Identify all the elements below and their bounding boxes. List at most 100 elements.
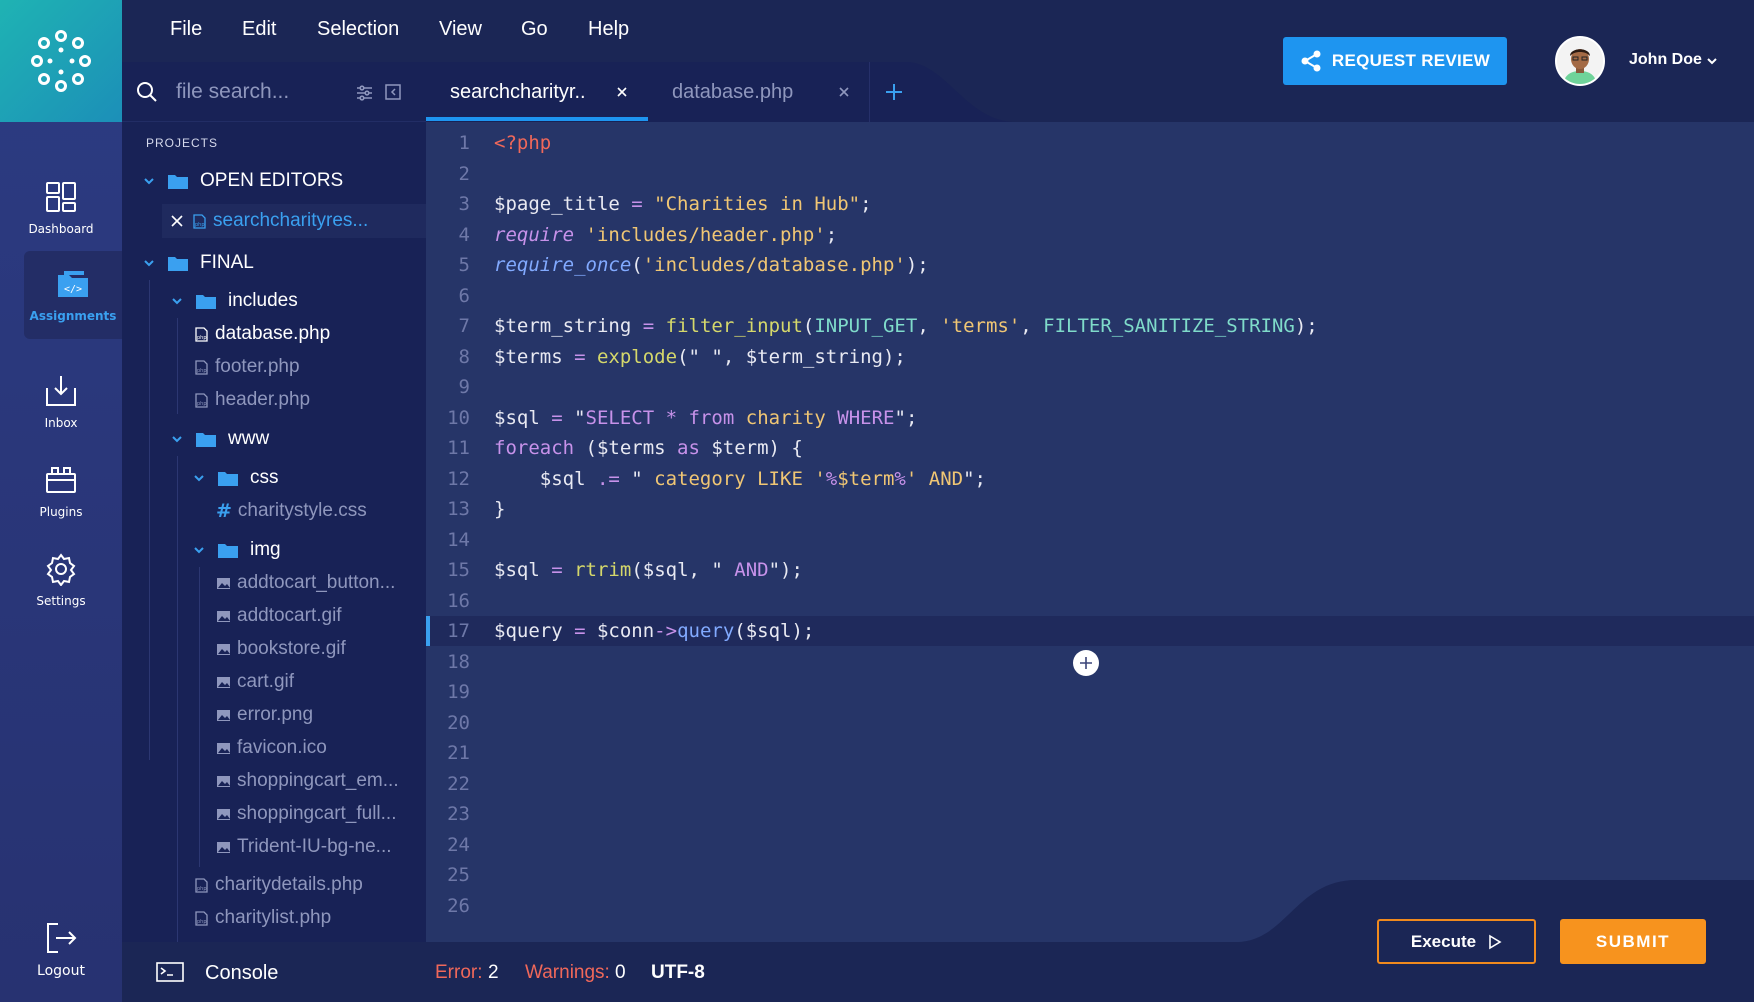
menu-go[interactable]: Go [521,18,548,41]
code-line[interactable]: 13} [426,494,1754,524]
file-charitylist-php[interactable]: php charitylist.php [194,903,331,933]
nav-logout[interactable]: Logout [0,906,122,994]
add-line-button[interactable] [1073,650,1099,676]
code-line[interactable]: 21 [426,738,1754,768]
file-image[interactable]: addtocart.gif [216,601,342,631]
folder-www[interactable]: www [170,424,269,454]
close-icon[interactable] [614,84,630,100]
open-editor-item[interactable]: php searchcharityres... [162,204,426,238]
code-line[interactable]: 2 [426,159,1754,189]
file-name: header.php [215,389,311,410]
code-text: require 'includes/header.php'; [494,224,837,246]
file-image[interactable]: favicon.ico [216,733,327,763]
svg-text:php: php [197,335,207,341]
nav-plugins[interactable]: Plugins [0,447,122,535]
code-token: = [574,620,586,642]
code-line[interactable]: 5 require_once('includes/database.php'); [426,250,1754,280]
file-search-input[interactable] [176,78,336,106]
open-editor-filename: searchcharityres... [213,210,369,231]
menu-file[interactable]: File [170,18,202,41]
file-footer-php[interactable]: php footer.php [194,352,300,382]
code-line[interactable]: 17 $query = $conn->query($sql); [426,616,1754,646]
folder-open-editors[interactable]: OPEN EDITORS [142,166,343,196]
tab-database[interactable]: database.php [648,62,870,122]
nav-dashboard[interactable]: Dashboard [0,164,122,252]
code-line[interactable]: 22 [426,769,1754,799]
submit-button[interactable]: SUBMIT [1560,919,1706,964]
nav-inbox[interactable]: Inbox [0,358,122,446]
code-line[interactable]: 15 $sql = rtrim($sql, " AND"); [426,555,1754,585]
collapse-panel-icon[interactable] [385,84,401,100]
file-image[interactable]: bookstore.gif [216,634,346,664]
code-line[interactable]: 19 [426,677,1754,707]
folder-icon [196,295,216,309]
error-count[interactable]: 2 [488,962,499,984]
nav-plugins-label: Plugins [39,505,83,519]
console-toggle[interactable]: Console [205,962,278,985]
code-line[interactable]: 12 $sql .= " category LIKE '%$term%' AND… [426,464,1754,494]
code-token: $page_title [494,193,632,215]
code-token: $sql [494,559,552,581]
code-line[interactable]: 10 $sql = "SELECT * from charity WHERE"; [426,403,1754,433]
code-line[interactable]: 8 $terms = explode(" ", $term_string); [426,342,1754,372]
code-line[interactable]: 3 $page_title = "Charities in Hub"; [426,189,1754,219]
file-image[interactable]: cart.gif [216,667,294,697]
file-image[interactable]: addtocart_button... [216,568,395,598]
execute-button[interactable]: Execute [1377,919,1536,964]
chevron-down-icon[interactable] [1705,54,1719,68]
code-line[interactable]: 24 [426,830,1754,860]
code-line[interactable]: 11 foreach ($terms as $term) { [426,433,1754,463]
code-editor[interactable]: 1 <?php 2 3 $page_title = "Charities in Hub"… [426,122,1754,942]
nav-settings[interactable]: Settings [0,536,122,624]
code-token: ($sql); [734,620,815,642]
file-database-php[interactable]: php database.php [194,319,330,349]
user-name[interactable]: John Doe [1629,51,1702,69]
code-line[interactable]: 9 [426,372,1754,402]
code-line[interactable]: 4 require 'includes/header.php'; [426,220,1754,250]
avatar[interactable] [1555,36,1605,86]
code-line[interactable]: 23 [426,799,1754,829]
code-line[interactable]: 16 [426,586,1754,616]
encoding-label[interactable]: UTF-8 [651,962,705,984]
file-image[interactable]: shoppingcart_em... [216,766,399,796]
request-review-button[interactable]: REQUEST REVIEW [1283,37,1507,85]
code-line[interactable]: 1 <?php [426,128,1754,158]
code-token: $conn [585,620,655,642]
code-line[interactable]: 7 $term_string = filter_input(INPUT_GET, … [426,311,1754,341]
file-charitystyle-css[interactable]: # charitystyle.css [216,496,367,526]
file-charitydetails-php[interactable]: php charitydetails.php [194,870,363,900]
folder-img[interactable]: img [192,535,281,565]
menu-selection[interactable]: Selection [317,18,399,41]
code-token: ( [631,254,643,276]
tab-searchcharity[interactable]: searchcharityr.. [426,62,648,122]
folder-final[interactable]: FINAL [142,248,254,278]
menu-help[interactable]: Help [588,18,629,41]
editor-tabs: searchcharityr.. database.php [426,62,1016,122]
folder-includes[interactable]: includes [170,286,298,316]
menu-edit[interactable]: Edit [242,18,276,41]
filter-icon[interactable] [356,84,373,101]
code-line[interactable]: 14 [426,525,1754,555]
file-image[interactable]: error.png [216,700,313,730]
nav-assignments[interactable]: </> Assignments [24,251,122,339]
file-name: database.php [215,323,331,344]
chevron-down-icon [144,178,154,185]
close-icon[interactable] [170,214,184,228]
menu-view[interactable]: View [439,18,482,41]
app-logo[interactable] [0,0,122,122]
warnings-count[interactable]: 0 [615,962,626,984]
nav-assignments-label: Assignments [29,309,117,323]
file-image[interactable]: shoppingcart_full... [216,799,397,829]
code-line[interactable]: 6 [426,281,1754,311]
folder-css[interactable]: css [192,463,279,493]
line-number: 21 [447,742,470,764]
file-image[interactable]: Trident-IU-bg-ne... [216,832,392,862]
code-line[interactable]: 20 [426,708,1754,738]
add-tab-icon[interactable] [884,82,904,102]
file-name: error.png [237,704,314,725]
close-icon[interactable] [836,84,852,100]
file-header-php[interactable]: php header.php [194,385,310,415]
code-token: as [677,437,700,459]
